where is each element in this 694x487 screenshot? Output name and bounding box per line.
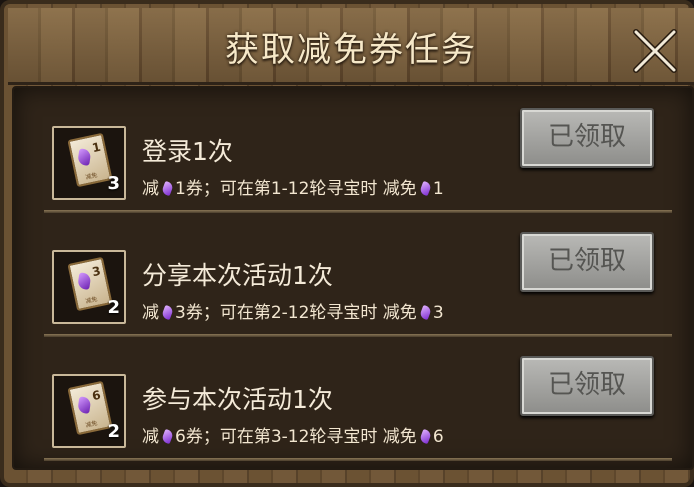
task-description: 减 3券；可在第2-12轮寻宝时 减免 3 [142,303,444,323]
row-divider [44,458,672,461]
close-button[interactable] [632,28,678,74]
task-row: 6 减免 2 参与本次活动1次 减 6券；可在第3-12轮寻宝时 减免 6 已领取 [14,346,692,466]
reward-count: 2 [107,297,120,318]
purple-gem-icon [161,304,174,321]
task-row: 1 减免 3 登录1次 减 1券；可在第1-12轮寻宝时 减免 1 已领取 [14,98,692,218]
dialog-title: 获取减免券任务 [225,30,477,70]
purple-gem-icon [418,428,432,445]
ticket-icon: 6 减免 [67,380,113,436]
reward-count: 2 [107,421,120,442]
task-list: 1 减免 3 登录1次 减 1券；可在第1-12轮寻宝时 减免 1 已领取 3 减免 [12,86,694,470]
claimed-button[interactable]: 已领取 [520,108,654,168]
task-name: 参与本次活动1次 [142,385,333,414]
purple-gem-icon [161,428,174,445]
purple-gem-icon [161,180,174,197]
ticket-icon: 3 减免 [67,256,113,312]
purple-gem-icon [77,148,92,166]
claimed-button[interactable]: 已领取 [520,356,654,416]
task-row: 3 减免 2 分享本次活动1次 减 3券；可在第2-12轮寻宝时 减免 3 已领取 [14,222,692,342]
task-name: 分享本次活动1次 [142,261,333,290]
task-description: 减 6券；可在第3-12轮寻宝时 减免 6 [142,427,444,447]
purple-gem-icon [77,272,92,290]
purple-gem-icon [418,304,432,321]
reward-ticket-slot: 3 减免 2 [52,250,126,324]
dialog-frame: 获取减免券任务 1 减免 3 登录1次 减 1券；可在第1-12轮寻宝时 减免 … [0,0,694,487]
ticket-icon: 1 减免 [67,132,113,188]
purple-gem-icon [418,180,432,197]
row-divider [44,334,672,337]
purple-gem-icon [77,396,92,414]
reward-ticket-slot: 6 减免 2 [52,374,126,448]
close-icon [633,29,677,73]
claimed-button[interactable]: 已领取 [520,232,654,292]
reward-count: 3 [107,173,120,194]
task-description: 减 1券；可在第1-12轮寻宝时 减免 1 [142,179,444,199]
reward-ticket-slot: 1 减免 3 [52,126,126,200]
row-divider [44,210,672,213]
dialog-header: 获取减免券任务 [8,8,694,85]
task-name: 登录1次 [142,137,233,166]
